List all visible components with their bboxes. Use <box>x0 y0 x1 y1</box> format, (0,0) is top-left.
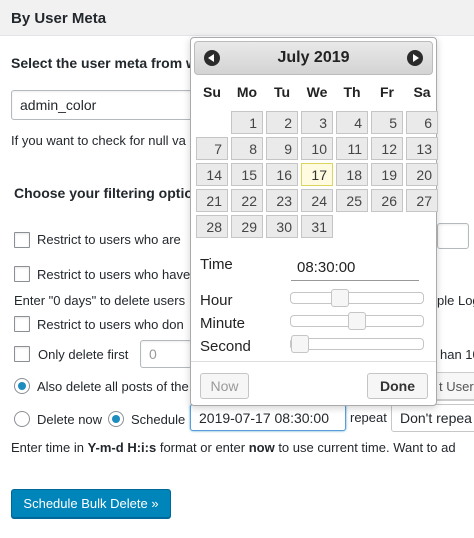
second-label: Second <box>200 338 251 355</box>
datepicker-footer-divider <box>191 361 436 362</box>
hour-slider[interactable] <box>290 289 424 307</box>
calendar-day[interactable]: 30 <box>266 215 298 238</box>
calendar-day[interactable]: 28 <box>196 215 228 238</box>
calendar-day[interactable]: 20 <box>406 163 438 186</box>
calendar-day[interactable]: 7 <box>196 137 228 160</box>
only-delete-count-input[interactable]: 0 <box>140 340 192 368</box>
delete-now-label: Delete now <box>37 412 103 427</box>
hour-slider-handle[interactable] <box>331 289 349 307</box>
weekday-header: Sa <box>413 84 431 100</box>
second-slider-handle[interactable] <box>291 335 309 353</box>
calendar-day[interactable]: 5 <box>371 111 403 134</box>
calendar-day[interactable]: 15 <box>231 163 263 186</box>
calendar-day[interactable]: 14 <box>196 163 228 186</box>
calendar-day[interactable]: 26 <box>371 189 403 212</box>
calendar-day[interactable]: 6 <box>406 111 438 134</box>
minute-slider-handle[interactable] <box>348 312 366 330</box>
user-meta-input[interactable]: admin_color <box>11 90 211 120</box>
null-value-hint: If you want to check for null va <box>11 133 186 148</box>
next-month-icon[interactable] <box>407 50 423 66</box>
schedule-label: Schedule <box>131 412 186 427</box>
repeat-label: repeat <box>350 410 387 425</box>
time-value: 08:30:00 <box>291 259 419 281</box>
schedule-datetime-input[interactable]: 2019-07-17 08:30:00 <box>190 404 346 431</box>
calendar-day[interactable]: 24 <box>301 189 333 212</box>
filtering-options-heading: Choose your filtering options <box>14 185 210 201</box>
restrict-registered-checkbox[interactable] <box>14 266 30 282</box>
calendar-day[interactable]: 4 <box>336 111 368 134</box>
restrict-role-field[interactable] <box>437 223 469 249</box>
weekday-header: Fr <box>380 84 394 100</box>
time-format-now-keyword: now <box>248 440 275 455</box>
calendar-day[interactable]: 21 <box>196 189 228 212</box>
calendar-day[interactable]: 22 <box>231 189 263 212</box>
datepicker-month-title: July 2019 <box>277 49 350 66</box>
time-format-hint-suffix: to use current time. Want to ad <box>274 440 456 455</box>
restrict-role-label: Restrict to users who are <box>37 232 181 247</box>
calendar-day[interactable]: 27 <box>406 189 438 212</box>
weekday-header: We <box>306 84 328 100</box>
time-format-code: Y-m-d H:i:s <box>87 440 157 455</box>
calendar-day[interactable]: 9 <box>266 137 298 160</box>
weekday-header: Su <box>203 84 221 100</box>
calendar-day[interactable]: 1 <box>231 111 263 134</box>
restrict-login-checkbox[interactable] <box>14 316 30 332</box>
only-delete-tail: han 10 <box>440 347 474 362</box>
time-format-hint-mid: format or enter <box>156 440 249 455</box>
now-button[interactable]: Now <box>200 373 249 399</box>
calendar-day[interactable]: 31 <box>301 215 333 238</box>
calendar-day[interactable]: 11 <box>336 137 368 160</box>
only-delete-first-label: Only delete first <box>38 347 129 362</box>
minute-label: Minute <box>200 315 246 332</box>
days-hint: Enter "0 days" to delete users <box>14 293 186 308</box>
time-format-hint: Enter time in Y-m-d H:i:s format or ente… <box>11 440 456 455</box>
only-delete-first-checkbox[interactable] <box>14 346 30 362</box>
calendar-day[interactable]: 29 <box>231 215 263 238</box>
section-title: By User Meta <box>11 10 107 27</box>
restrict-registered-label: Restrict to users who have <box>37 267 191 282</box>
done-button[interactable]: Done <box>367 373 428 399</box>
weekday-header: Mo <box>236 84 258 100</box>
schedule-radio[interactable] <box>108 411 124 427</box>
delete-posts-label: Also delete all posts of the <box>37 379 189 394</box>
minute-slider[interactable] <box>290 312 424 330</box>
meta-select-label: Select the user meta from wh <box>11 55 206 71</box>
datepicker-header: July 2019 <box>194 41 433 75</box>
calendar-day[interactable]: 2 <box>266 111 298 134</box>
weekday-header: Th <box>343 84 361 100</box>
calendar-day[interactable]: 13 <box>406 137 438 160</box>
calendar-day[interactable]: 3 <box>301 111 333 134</box>
calendar-day[interactable]: 8 <box>231 137 263 160</box>
delete-now-radio[interactable] <box>14 411 30 427</box>
weekday-header: Tu <box>273 84 291 100</box>
restrict-role-checkbox[interactable] <box>14 232 30 248</box>
schedule-bulk-delete-button[interactable]: Schedule Bulk Delete » <box>11 489 171 518</box>
calendar-day[interactable]: 12 <box>371 137 403 160</box>
time-format-hint-prefix: Enter time in <box>11 440 88 455</box>
calendar-day[interactable]: 25 <box>336 189 368 212</box>
repeat-select[interactable]: Don't repea <box>391 404 474 432</box>
hour-label: Hour <box>200 292 233 309</box>
calendar-day[interactable]: 16 <box>266 163 298 186</box>
calendar-day[interactable]: 10 <box>301 137 333 160</box>
time-label: Time <box>200 256 233 273</box>
second-slider[interactable] <box>290 335 424 353</box>
calendar-day-today[interactable]: 17 <box>301 163 333 186</box>
calendar-day[interactable]: 23 <box>266 189 298 212</box>
calendar-day[interactable]: 18 <box>336 163 368 186</box>
calendar-day[interactable]: 19 <box>371 163 403 186</box>
delete-posts-radio[interactable] <box>14 378 30 394</box>
days-hint-tail: ple Log <box>437 293 474 308</box>
datetime-picker-popup: July 2019 Su Mo Tu We Th Fr Sa 1 2 3 4 5 6 7 8 9 10 11 12… <box>190 37 438 406</box>
restrict-login-label: Restrict to users who don <box>37 317 184 332</box>
